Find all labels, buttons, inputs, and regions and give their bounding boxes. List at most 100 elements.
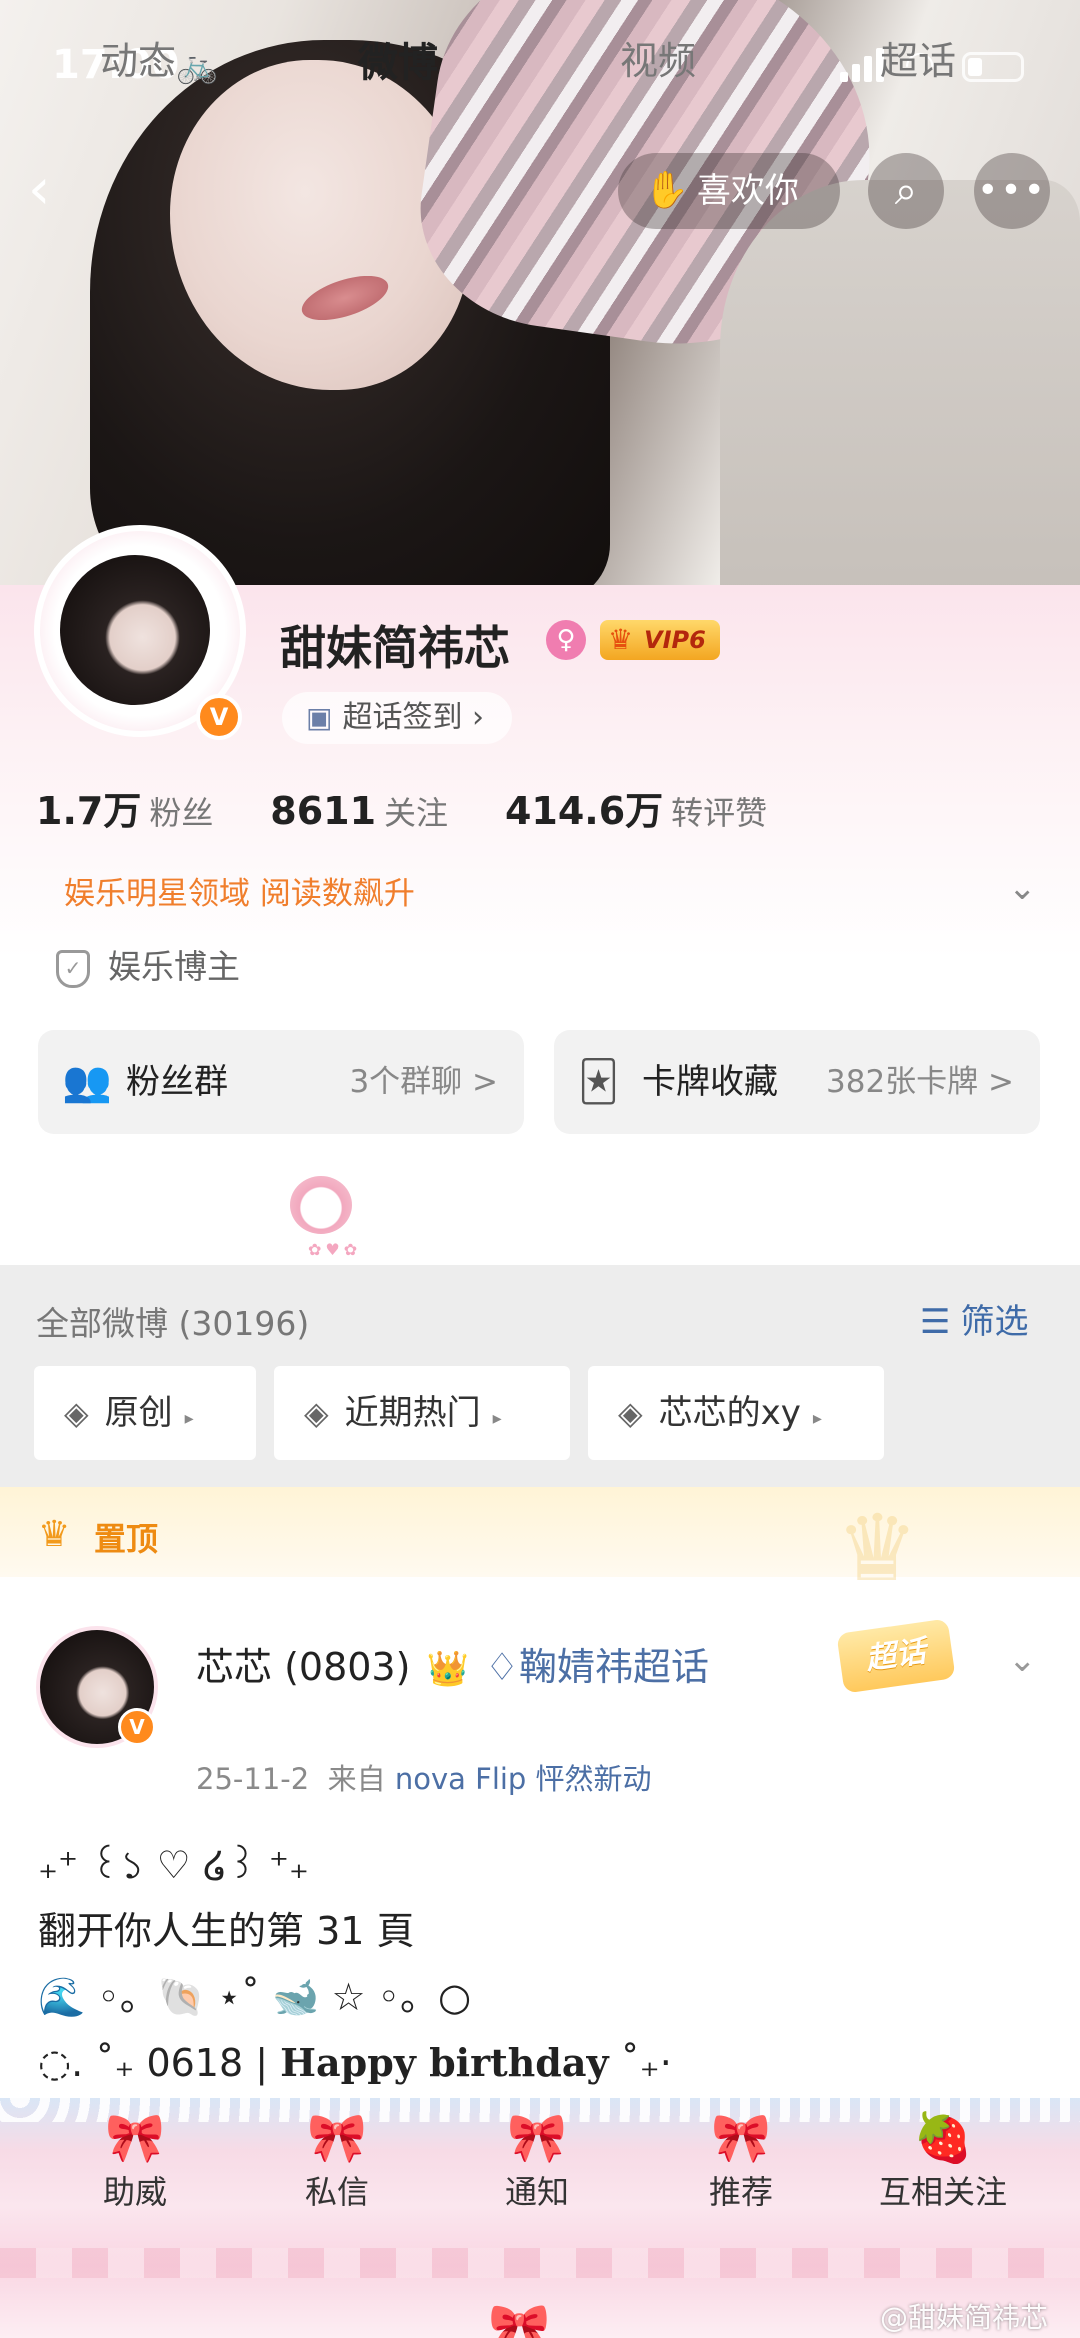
chip-original[interactable]: ◈ 原创 ▸ [34,1366,256,1460]
post-source[interactable]: nova Flip 怦然新动 [395,1762,652,1796]
stat-following[interactable]: 8611 关注 [270,788,448,834]
card-icon: 🃏 [578,1059,619,1105]
expand-chevron-icon[interactable]: ⌄ [1008,868,1037,908]
fan-crown-icon: 👑 [426,1649,469,1689]
post-line-part: ˚₊· [608,2041,672,2085]
hand-heart-icon: ✋ [644,170,689,211]
profile-tabs [0,1150,1080,1260]
nav-mutual-follow[interactable]: 🍓 互相关注 [848,2106,1038,2236]
watermark: @甜妹简祎芯 [880,2301,1049,2334]
honor-text[interactable]: 娱乐明星领域 阅读数飙升 [64,868,415,913]
post-author-line: 芯芯 (0803) 👑 ♢鞠婧祎超话 [196,1636,716,1700]
search-button[interactable]: ⌕ [868,153,944,229]
blogger-tag-label: 娱乐博主 [108,947,240,986]
tab-video[interactable]: 视频 [620,30,696,85]
search-icon: ⌕ [894,168,918,214]
all-posts-count: 全部微博 (30196) [36,1304,310,1343]
like-you-button[interactable]: ✋ 喜欢你 [618,153,840,229]
tab-decoration: ✿♥✿ [308,1240,362,1259]
battery-icon [962,52,1024,82]
card-collection-title: 卡牌收藏 [642,1062,778,1102]
profile-name: 甜妹简祎芯 [280,621,510,675]
post-line: ₊⁺ ꒰১ ♡ ໒꒱ ⁺₊ [38,1843,309,1887]
fan-group-title: 粉丝群 [126,1062,228,1102]
nav-label: 通知 [504,2173,569,2211]
tab-dynamics[interactable]: 动态 [100,30,176,85]
filter-icon: ☰ [920,1302,951,1342]
post-line: 翻开你人生的第 31 頁 [38,1909,415,1953]
post-line: 🌊 ◦。🐚 ⋆˚ 🐋 ☆ ◦。○ [38,1975,472,2019]
layers-icon: ◈ [64,1394,89,1432]
filter-label: 筛选 [960,1302,1029,1342]
stat-number: 1.7万 [36,789,142,833]
layers-icon: ◈ [304,1394,329,1432]
group-icon: 👥 [62,1059,112,1105]
hello-kitty-icon [290,1176,352,1234]
fan-group-count: 3个群聊 > [349,1064,498,1100]
tab-supertopic[interactable]: 超话 [880,30,956,85]
stat-followers[interactable]: 1.7万 粉丝 [36,780,213,835]
cover-photo-shoulder [720,180,1080,585]
stat-label: 关注 [384,794,449,832]
post-body[interactable]: ₊⁺ ꒰১ ♡ ໒꒱ ⁺₊ 翻开你人生的第 31 頁 🌊 ◦。🐚 ⋆˚ 🐋 ☆ … [38,1832,1038,2096]
chip-label: 近期热门 [344,1393,481,1433]
card-collection-card[interactable]: 🃏 卡牌收藏 382张卡牌 > [554,1030,1040,1134]
vip-badge[interactable]: VIP6 [600,620,720,660]
fan-group-card[interactable]: 👥 粉丝群 3个群聊 > [38,1030,524,1134]
caret-right-icon: ▸ [812,1408,822,1429]
kitty-icon: 🎀 [307,2110,367,2166]
supertopic-sign-label: 超话签到 [342,700,463,735]
nav-messages[interactable]: 🎀 私信 [242,2106,432,2236]
post-line-bold: Happy birthday [280,2040,609,2085]
layers-icon: ◈ [618,1394,643,1432]
chevron-right-icon: › [462,700,485,735]
back-button[interactable]: ‹ [28,160,88,220]
bow-icon: 🎀 [488,2300,551,2338]
filter-button[interactable]: ☰ 筛选 [920,1294,1028,1343]
stat-interactions[interactable]: 414.6万 转评赞 [505,780,767,835]
kitty-icon: 🎀 [507,2110,567,2166]
pinned-label: 置顶 [94,1520,159,1558]
kitty-icon: 🎀 [711,2110,771,2166]
calendar-icon: ▣ [306,701,333,734]
crown-icon: ♛ [38,1514,71,1555]
strawberry-icon: 🍓 [913,2110,973,2166]
nav-label: 助威 [102,2173,167,2211]
diamond-icon: ♢ [484,1645,520,1689]
caret-right-icon: ▸ [184,1408,194,1429]
supertopic-link[interactable]: 鞠婧祎超话 [519,1645,709,1689]
nav-cheer[interactable]: 🎀 助威 [40,2106,230,2236]
more-button[interactable]: ••• [974,153,1050,229]
kitty-icon: 🎀 [105,2110,165,2166]
post-from-label: 来自 [327,1762,386,1796]
card-collection-count: 382张卡牌 > [826,1064,1014,1100]
chip-recent-hot[interactable]: ◈ 近期热门 ▸ [274,1366,570,1460]
post-author[interactable]: 芯芯 (0803) [196,1645,410,1689]
tab-weibo[interactable]: 微博 [358,30,438,88]
avatar[interactable] [60,555,210,705]
more-icon: ••• [977,170,1047,211]
profile-stats: 1.7万 粉丝 8611 关注 414.6万 转评赞 [36,780,815,833]
chip-label: 芯芯的xy [658,1393,801,1433]
like-you-label: 喜欢你 [696,171,799,211]
verified-badge: V [196,694,242,740]
supertopic-sign-button[interactable]: ▣ 超话签到 › [282,692,513,744]
nav-recommend[interactable]: 🎀 推荐 [646,2106,836,2236]
chip-label: 原创 [104,1393,173,1433]
supertopic-badge[interactable]: 超话 [836,1618,956,1694]
blogger-tag[interactable]: ✓ 娱乐博主 [56,940,240,988]
stat-label: 转评赞 [671,794,768,832]
post-date: 25-11-2 [196,1762,310,1796]
nav-notifications[interactable]: 🎀 通知 [442,2106,632,2236]
post-line: ◌. ˚₊ 0618 | Happy birthday ˚₊· [38,2030,1038,2096]
female-icon: ♀ [546,620,586,660]
nav-label: 私信 [304,2173,369,2211]
chip-xinxin-xy[interactable]: ◈ 芯芯的xy ▸ [588,1366,884,1460]
bicycle-icon: 🚲 [176,46,219,86]
signal-icon [840,48,884,82]
scallop-decoration [0,2248,1080,2278]
stat-number: 414.6万 [504,789,664,833]
post-menu-chevron-icon[interactable]: ⌄ [1008,1640,1037,1680]
nav-label: 互相关注 [878,2173,1007,2211]
post-verified-badge: V [118,1708,156,1746]
